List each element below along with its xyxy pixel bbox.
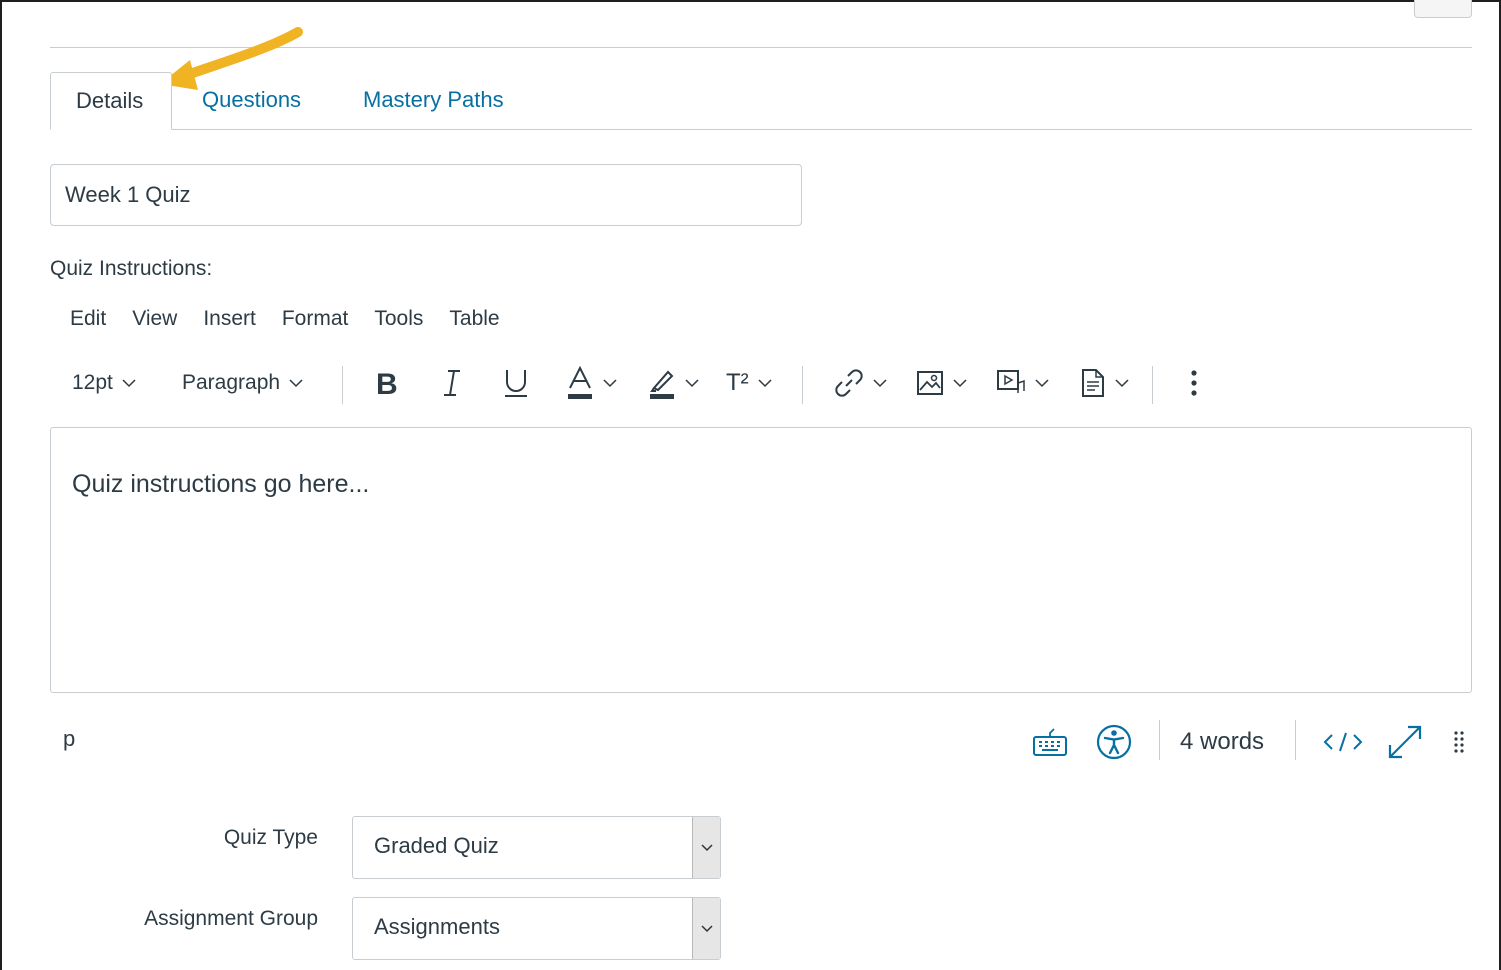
superscript-icon: T²: [726, 369, 749, 396]
quiz-type-value: Graded Quiz: [374, 833, 499, 858]
element-path[interactable]: p: [63, 726, 75, 752]
assignment-group-value: Assignments: [374, 914, 500, 939]
chevron-down-icon: [700, 843, 713, 851]
editor-statusbar: p 4 words: [50, 714, 1472, 770]
chevron-down-icon: [1115, 379, 1129, 388]
keyboard-icon: [1033, 728, 1067, 756]
more-button[interactable]: [1190, 360, 1198, 406]
image-button[interactable]: [916, 360, 968, 406]
underline-button[interactable]: [502, 360, 530, 406]
keyboard-shortcuts-button[interactable]: [1032, 722, 1068, 762]
highlight-icon: [650, 370, 674, 399]
italic-button[interactable]: [440, 360, 464, 406]
statusbar-divider: [1159, 720, 1160, 760]
media-icon: [997, 370, 1025, 393]
word-count: 4 words: [1180, 728, 1265, 755]
toolbar-divider: [802, 366, 803, 404]
quiz-instructions-label: Quiz Instructions:: [50, 257, 213, 280]
tab-details[interactable]: Details: [50, 72, 172, 130]
menu-tools[interactable]: Tools: [361, 303, 436, 335]
link-icon: [835, 369, 863, 397]
html-editor-icon: [1323, 732, 1363, 752]
menu-table[interactable]: Table: [436, 303, 512, 335]
tab-questions[interactable]: Questions: [177, 72, 326, 130]
chevron-down-icon: [685, 379, 699, 388]
top-corner-button[interactable]: [1414, 0, 1472, 18]
accessibility-icon: [1096, 724, 1132, 760]
text-color-button[interactable]: [566, 360, 618, 406]
chevron-down-icon: [953, 379, 967, 388]
media-button[interactable]: [996, 360, 1050, 406]
italic-icon: [444, 370, 460, 396]
superscript-button[interactable]: T²: [726, 360, 773, 406]
document-icon: [1082, 369, 1104, 397]
highlight-button[interactable]: [648, 360, 700, 406]
block-format-value: Paragraph: [182, 371, 281, 394]
text-color-icon: [568, 366, 592, 399]
rich-text-editor[interactable]: Quiz instructions go here...: [50, 427, 1472, 693]
editor-menubar: Edit View Insert Format Tools Table: [57, 303, 513, 335]
accessibility-checker-button[interactable]: [1096, 722, 1132, 762]
image-icon: [917, 371, 943, 395]
quiz-type-dropdown-button[interactable]: [692, 817, 720, 878]
toolbar-divider: [342, 366, 343, 404]
bold-button[interactable]: B: [374, 360, 402, 406]
word-count-button[interactable]: 4 words: [1180, 722, 1264, 762]
chevron-down-icon: [873, 379, 887, 388]
assignment-group-select[interactable]: Assignments: [352, 897, 721, 960]
chevron-down-icon: [700, 924, 713, 932]
block-format-dropdown[interactable]: Paragraph: [182, 360, 304, 406]
quiz-title-input[interactable]: [50, 164, 802, 226]
underline-icon: [505, 370, 527, 397]
font-size-value: 12pt: [72, 371, 113, 394]
menu-edit[interactable]: Edit: [57, 303, 119, 335]
assignment-group-dropdown-button[interactable]: [692, 898, 720, 959]
resize-handle[interactable]: [1452, 722, 1466, 762]
menu-format[interactable]: Format: [269, 303, 362, 335]
statusbar-divider: [1295, 720, 1296, 760]
toolbar-divider: [1152, 366, 1153, 404]
resize-handle-icon: [1454, 731, 1464, 753]
more-icon: [1191, 370, 1197, 396]
chevron-down-icon: [1035, 379, 1049, 388]
chevron-down-icon: [289, 379, 303, 388]
bold-icon: B: [376, 368, 398, 398]
editor-content[interactable]: Quiz instructions go here...: [72, 470, 369, 499]
html-editor-button[interactable]: [1322, 722, 1364, 762]
tab-mastery-paths[interactable]: Mastery Paths: [338, 72, 529, 130]
header-divider: [50, 47, 1472, 48]
menu-view[interactable]: View: [119, 303, 190, 335]
menu-insert[interactable]: Insert: [190, 303, 269, 335]
editor-toolbar: 12pt Paragraph B T²: [60, 360, 1220, 406]
font-size-dropdown[interactable]: 12pt: [72, 360, 137, 406]
chevron-down-icon: [122, 379, 136, 388]
chevron-down-icon: [603, 379, 617, 388]
quiz-type-label: Quiz Type: [223, 826, 318, 849]
link-button[interactable]: [834, 360, 888, 406]
fullscreen-button[interactable]: [1386, 722, 1424, 762]
svg-text:B: B: [376, 368, 398, 398]
assignment-group-label: Assignment Group: [144, 907, 318, 930]
chevron-down-icon: [758, 379, 772, 388]
quiz-type-select[interactable]: Graded Quiz: [352, 816, 721, 879]
fullscreen-icon: [1388, 725, 1422, 759]
document-button[interactable]: [1080, 360, 1130, 406]
